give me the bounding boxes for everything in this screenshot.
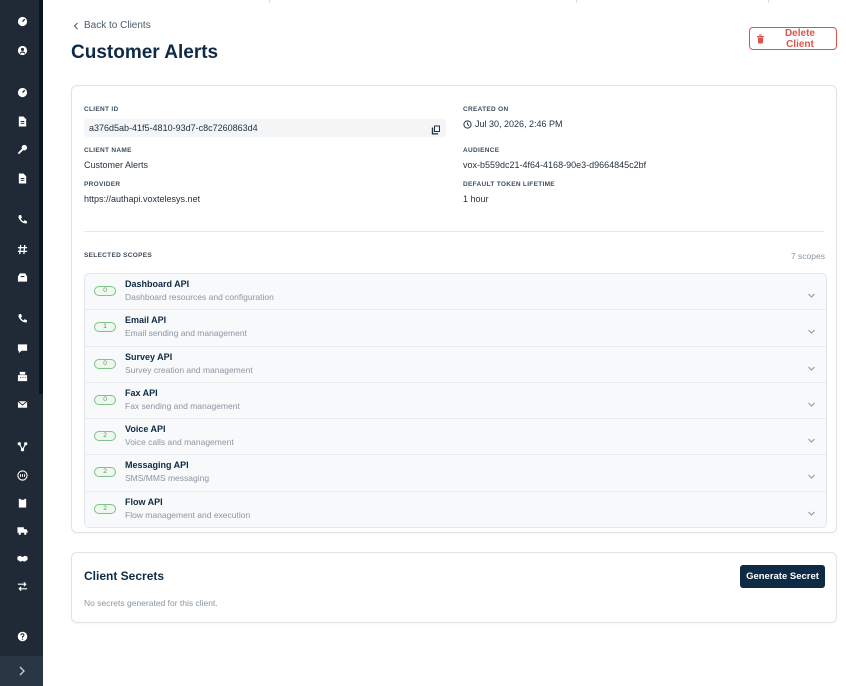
integration-icon[interactable] (14, 467, 30, 483)
scope-name: Survey API (125, 351, 173, 362)
back-label: Back to Clients (84, 20, 151, 31)
chevron-right-icon (19, 666, 25, 676)
email-icon[interactable] (14, 396, 30, 412)
scope-row[interactable]: 2 Voice API Voice calls and management (85, 419, 826, 456)
client-secrets-title: Client Secrets (84, 569, 165, 583)
clock-icon (463, 119, 472, 129)
chevron-down-icon[interactable] (807, 505, 816, 516)
delete-client-label: Delete Client (784, 27, 815, 50)
chevron-down-icon[interactable] (807, 360, 816, 371)
no-secrets-text: No secrets generated for this client. (84, 598, 218, 608)
sidebar (0, 0, 43, 686)
key-icon[interactable] (14, 141, 30, 157)
scope-row[interactable]: 2 Flow API Flow management and execution (85, 491, 826, 528)
selected-scopes-label: SELECTED SCOPES (84, 252, 153, 259)
scope-count-badge: 2 (94, 467, 116, 478)
token-lifetime-label: DEFAULT TOKEN LIFETIME (463, 181, 555, 188)
provider-value: https://authapi.voxtelesys.net (84, 194, 201, 204)
delivery-icon[interactable] (14, 522, 30, 538)
scope-count-badge: 1 (94, 322, 116, 333)
scope-row[interactable]: 0 Fax API Fax sending and management (85, 382, 826, 420)
generate-secret-button[interactable]: Generate Secret (740, 565, 825, 588)
chevron-down-icon[interactable] (807, 432, 816, 443)
scope-count-badge: 0 (94, 358, 116, 369)
scopes-count: 7 scopes (790, 251, 825, 261)
client-id-label: CLIENT ID (84, 106, 119, 113)
scope-name: Messaging API (125, 460, 189, 471)
client-name-label: CLIENT NAME (84, 147, 132, 154)
client-secrets-card: Client Secrets Generate Secret No secret… (71, 552, 837, 623)
provider-label: PROVIDER (84, 181, 121, 188)
scope-row[interactable]: 2 Messaging API SMS/MMS messaging (85, 455, 826, 492)
chat-icon[interactable] (14, 340, 30, 356)
page-title: Customer Alerts (71, 42, 219, 63)
chevron-left-icon (73, 22, 78, 29)
sidebar-expand-button[interactable] (0, 656, 43, 686)
scope-count-badge: 0 (94, 286, 116, 296)
scope-description: Email sending and management (125, 328, 247, 339)
created-on: Jul 30, 2026, 2:46 PM (463, 119, 563, 129)
delete-client-button[interactable]: Delete Client (749, 27, 837, 50)
client-details-card: CLIENT ID a376d5ab-41f5-4810-93d7-c8c726… (71, 85, 837, 533)
chevron-down-icon[interactable] (807, 468, 816, 480)
scope-description: Flow management and execution (125, 509, 251, 520)
fax-icon[interactable] (14, 368, 30, 384)
audience-value: vox-b559dc21-4f64-4168-90e3-d9664845c2bf (463, 160, 647, 170)
token-lifetime-value: 1 hour (463, 194, 489, 204)
top-tab-strip (43, 0, 846, 3)
scope-name: Email API (125, 315, 167, 326)
speed-icon[interactable] (14, 84, 30, 100)
clipboard-icon[interactable] (14, 494, 30, 510)
transfer-icon[interactable] (14, 578, 30, 594)
client-id-field: a376d5ab-41f5-4810-93d7-c8c7260863d4 (84, 119, 446, 137)
created-on-label: CREATED ON (463, 106, 509, 113)
scope-name: Voice API (125, 424, 166, 435)
scope-name: Dashboard API (125, 279, 190, 289)
trash-icon (756, 34, 764, 43)
created-on-value: Jul 30, 2026, 2:46 PM (475, 119, 563, 129)
scope-count-badge: 2 (94, 503, 116, 514)
chevron-down-icon[interactable] (807, 287, 816, 298)
account-icon[interactable] (14, 42, 30, 58)
scope-row[interactable]: 1 Email API Email sending and management (85, 310, 826, 347)
sidebar-scrollbar[interactable] (39, 0, 43, 394)
document-icon[interactable] (14, 113, 30, 129)
scope-row[interactable]: 0 Dashboard API Dashboard resources and co… (85, 274, 826, 311)
audience-label: AUDIENCE (463, 147, 500, 154)
chevron-down-icon[interactable] (807, 323, 816, 335)
file-icon[interactable] (14, 170, 30, 186)
scope-list: 0 Dashboard API Dashboard resources and co… (84, 273, 827, 529)
section-divider (84, 231, 824, 232)
client-name-value: Customer Alerts (84, 160, 149, 170)
inbox-icon[interactable] (14, 269, 30, 285)
scope-description: Dashboard resources and configuration (125, 292, 274, 302)
voice-icon[interactable] (14, 310, 30, 326)
scope-count-badge: 2 (94, 431, 116, 442)
scope-description: Fax sending and management (125, 400, 240, 411)
flow-icon[interactable] (14, 438, 30, 454)
scope-description: Survey creation and management (125, 364, 253, 375)
dashboard-icon[interactable] (14, 13, 30, 29)
partner-icon[interactable] (14, 550, 30, 566)
back-to-clients-link[interactable]: Back to Clients (72, 20, 151, 31)
scope-description: SMS/MMS messaging (125, 473, 210, 484)
scope-description: Voice calls and management (125, 437, 234, 448)
copy-client-id-button[interactable] (431, 123, 441, 135)
chevron-down-icon[interactable] (807, 396, 816, 407)
phone-icon[interactable] (14, 211, 30, 227)
client-id-value: a376d5ab-41f5-4810-93d7-c8c7260863d4 (89, 123, 258, 133)
scope-row[interactable]: 0 Survey API Survey creation and managemen… (85, 346, 826, 383)
copy-icon (431, 125, 440, 135)
help-icon[interactable] (14, 628, 30, 644)
scope-name: Fax API (125, 387, 158, 398)
scope-name: Flow API (125, 496, 163, 507)
hash-icon[interactable] (14, 241, 30, 257)
scope-count-badge: 0 (94, 394, 116, 405)
